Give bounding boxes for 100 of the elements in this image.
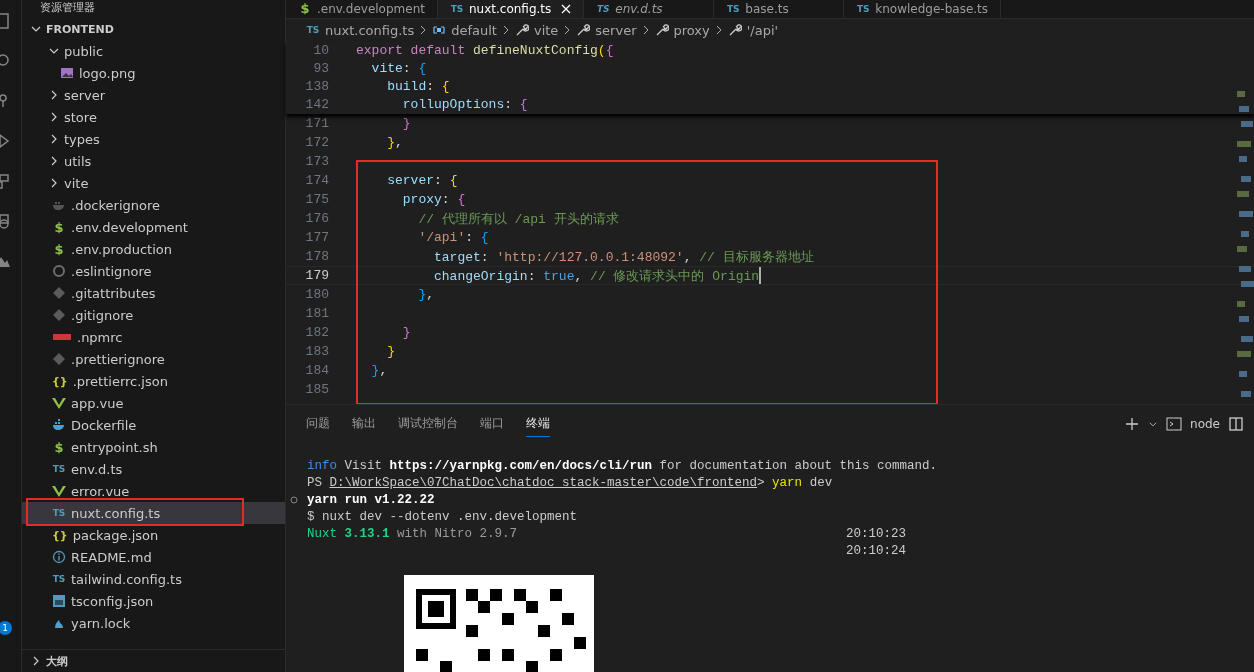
ts-icon: TS	[52, 464, 66, 474]
terminal-line: PS D:\WorkSpace\07ChatDoc\chatdoc_stack-master\code\frontend> yarn dev	[307, 475, 833, 490]
breadcrumb[interactable]: proxy	[654, 22, 710, 38]
line-number: 142	[304, 96, 329, 112]
file-row[interactable]: TS env.d.ts	[22, 458, 285, 480]
text-cursor	[759, 267, 762, 284]
panel-tab[interactable]: 输出	[352, 411, 376, 437]
folder-row[interactable]: public	[22, 40, 285, 62]
breadcrumb[interactable]: default	[432, 22, 497, 38]
line-number: 176	[304, 211, 329, 226]
panel-tab[interactable]: 端口	[480, 411, 504, 437]
editor-tab[interactable]: TS nuxt.config.ts	[437, 0, 585, 18]
file-row[interactable]: TS tailwind.config.ts	[22, 568, 285, 590]
folder-row[interactable]: vite	[22, 172, 285, 194]
file-row[interactable]: logo.png	[22, 62, 285, 84]
panel-tab[interactable]: 调试控制台	[398, 411, 458, 437]
folder-row[interactable]: utils	[22, 150, 285, 172]
folder-row[interactable]: server	[22, 84, 285, 106]
diamond-icon	[52, 308, 66, 322]
timestamp: 20:10:23	[846, 526, 906, 541]
file-row[interactable]: yarn.lock	[22, 612, 285, 634]
wrench-icon	[727, 23, 742, 37]
code-line: }	[386, 344, 395, 359]
breadcrumb[interactable]: '/api'	[727, 22, 779, 38]
file-row[interactable]: Dockerfile	[22, 414, 285, 436]
file-row[interactable]: .gitignore	[22, 304, 285, 326]
ts-icon: TS	[856, 3, 871, 15]
vue-icon	[52, 396, 66, 410]
folder-row[interactable]: types	[22, 128, 285, 150]
line-number: 138	[304, 78, 329, 94]
line-number: 185	[304, 382, 329, 397]
line-number: 181	[304, 306, 329, 321]
folder-row[interactable]: store	[22, 106, 285, 128]
file-row[interactable]: {} package.json	[22, 524, 285, 546]
code-line: '/api': {	[417, 230, 489, 245]
line-number: 171	[304, 116, 329, 131]
editor-tab[interactable]: TS env.d.ts	[584, 0, 715, 18]
code-line: build: {	[386, 78, 450, 94]
vue-icon	[52, 484, 66, 498]
terminal-icon[interactable]	[1166, 416, 1183, 432]
editor-tab[interactable]: $ .env.development	[286, 0, 438, 18]
ts-icon: TS	[449, 3, 464, 15]
line-number: 174	[304, 173, 329, 188]
diamond-icon	[52, 352, 66, 366]
folder-root[interactable]: FRONTEND	[22, 18, 285, 40]
explorer-title: 资源管理器	[40, 0, 95, 16]
line-number: 184	[304, 363, 329, 378]
panel-tab[interactable]: 问题	[306, 411, 330, 437]
terminal-line: $ nuxt dev --dotenv .env.development	[307, 509, 578, 524]
code-line: rollupOptions: {	[401, 96, 528, 112]
breadcrumb[interactable]: TS nuxt.config.ts	[306, 22, 415, 38]
code-line: },	[370, 363, 388, 378]
terminal-line: Nuxt 3.13.1 with Nitro 2.9.7	[307, 526, 518, 541]
ts-icon: TS	[306, 25, 320, 35]
breadcrumb[interactable]: vite	[514, 22, 559, 38]
cube-icon	[432, 23, 447, 37]
file-row[interactable]: error.vue	[22, 480, 285, 502]
wrench-icon	[514, 23, 529, 37]
ts-icon: TS	[52, 508, 66, 518]
outline-section[interactable]: 大纲	[22, 649, 285, 672]
line-number: 182	[304, 325, 329, 340]
dollar-icon: $	[52, 219, 66, 235]
dollar-icon: $	[52, 241, 66, 257]
code-line: },	[417, 287, 435, 302]
code-line: export default defineNuxtConfig({	[356, 42, 614, 58]
panel-tab[interactable]: 终端	[526, 411, 550, 437]
file-row[interactable]: .gitattributes	[22, 282, 285, 304]
editor-tab[interactable]: TS knowledge-base.ts	[844, 0, 1002, 18]
plus-icon[interactable]	[1124, 416, 1141, 432]
file-row[interactable]: app.vue	[22, 392, 285, 414]
notification-badge: 1	[0, 621, 12, 635]
braces-icon: {}	[52, 374, 68, 388]
file-row[interactable]: $ .env.development	[22, 216, 285, 238]
file-row[interactable]: {} .prettierrc.json	[22, 370, 285, 392]
file-row[interactable]: .dockerignore	[22, 194, 285, 216]
close-icon[interactable]	[561, 4, 572, 14]
file-row[interactable]: README.md	[22, 546, 285, 568]
code-line: },	[386, 135, 403, 150]
dollar-icon: $	[52, 439, 66, 455]
file-row[interactable]: .prettierignore	[22, 348, 285, 370]
line-number: 172	[304, 135, 329, 150]
info-icon	[52, 550, 66, 564]
code-line: }	[401, 325, 411, 340]
breadcrumb[interactable]: server	[576, 22, 637, 38]
line-number: 175	[304, 192, 329, 207]
file-row[interactable]: tsconfig.json	[22, 590, 285, 612]
split-icon[interactable]	[1228, 416, 1244, 432]
ts-icon: TS	[726, 3, 741, 15]
file-row[interactable]: $ entrypoint.sh	[22, 436, 285, 458]
terminal-name[interactable]: node	[1190, 417, 1220, 431]
line-number: 179	[304, 268, 329, 283]
file-row[interactable]: .npmrc	[22, 326, 285, 348]
file-row[interactable]: $ .env.production	[22, 238, 285, 260]
code-line: target: 'http://127.0.0.1:48092', // 目标服务器地址	[433, 248, 814, 266]
editor-tab[interactable]: TS base.ts	[714, 0, 845, 18]
whale-icon	[52, 418, 66, 432]
code-line: changeOrigin: true, // 修改请求头中的 Origin	[433, 267, 760, 285]
wrench-icon	[576, 23, 591, 37]
terminal-line: info Visit https://yarnpkg.com/en/docs/cli/run for documentation about this command.	[307, 458, 938, 473]
file-row[interactable]: .eslintignore	[22, 260, 285, 282]
